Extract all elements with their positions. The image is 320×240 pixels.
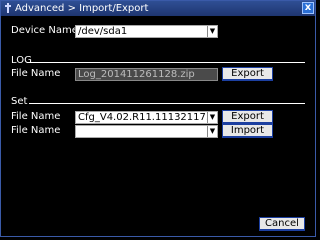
window-title: Advanced > Import/Export: [15, 3, 149, 14]
import-export-dialog: Advanced > Import/Export x Device Name /…: [0, 0, 316, 237]
set-import-file-name-label: File Name: [11, 125, 61, 136]
log-divider: [27, 62, 305, 63]
set-import-file-select[interactable]: ▼: [75, 125, 218, 138]
device-name-select[interactable]: /dev/sda1 ▼: [75, 25, 218, 38]
set-file-name-label: File Name: [11, 111, 61, 122]
chevron-down-icon: ▼: [207, 126, 217, 137]
log-file-name-label: File Name: [11, 68, 61, 79]
set-export-button[interactable]: Export: [222, 110, 273, 124]
close-button[interactable]: x: [302, 2, 314, 14]
log-export-button[interactable]: Export: [222, 67, 273, 81]
log-file-name-field: Log_201411261128.zip: [75, 68, 218, 81]
settings-icon: [5, 3, 11, 13]
cancel-button[interactable]: Cancel: [259, 217, 305, 231]
chevron-down-icon: ▼: [207, 26, 217, 37]
set-import-button[interactable]: Import: [222, 124, 273, 138]
device-name-value: /dev/sda1: [78, 26, 128, 37]
log-file-name-value: Log_201411261128.zip: [78, 69, 195, 80]
set-divider: [29, 103, 305, 104]
device-name-label: Device Name: [11, 25, 78, 36]
title-bar: Advanced > Import/Export x: [1, 1, 315, 16]
set-export-file-select[interactable]: Cfg_V4.02.R11.11132117.100 ▼: [75, 111, 218, 124]
set-section-heading: Set: [11, 96, 28, 107]
log-section-heading: LOG: [11, 55, 32, 66]
set-export-file-value: Cfg_V4.02.R11.11132117.100: [78, 112, 218, 123]
chevron-down-icon: ▼: [207, 112, 217, 123]
